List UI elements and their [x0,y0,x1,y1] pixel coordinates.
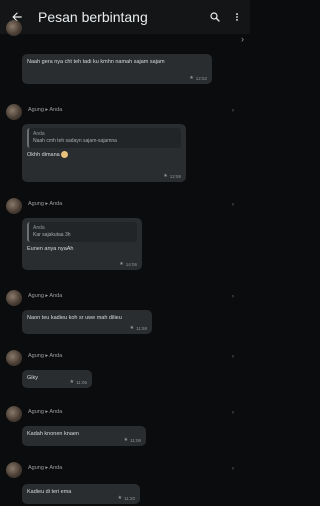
message-header: Agung ▸ Anda › [0,406,250,424]
sender-label: Agung ▸ Anda [28,293,63,299]
emoji-icon [60,151,68,159]
message-meta: ★ 12:58 [163,173,181,179]
message-text: Naah gera nya cht teh tadi ku kmhn namah… [27,59,165,65]
message-meta: ★ 12:52 [189,75,207,81]
chevron-right-icon[interactable]: › [232,466,234,472]
message-meta: ★ 14:06 [119,261,137,267]
starred-messages-list: › Naah gera nya cht teh tadi ku kmhn nam… [0,20,250,506]
avatar [6,198,22,214]
message-meta: ★ 11:06 [70,379,87,385]
message-bubble[interactable]: Giky ★ 11:06 [22,370,92,388]
message-time: 11:20 [124,495,135,501]
sender-label: Agung ▸ Anda [28,107,63,113]
message-meta: ★ 11:06 [124,437,141,443]
message-time: 12:52 [195,75,207,81]
quoted-message[interactable]: Anda Naah cmh teh sadayn sajam-sajamna [27,128,181,148]
message-time: 14:06 [125,261,137,267]
avatar [6,104,22,120]
message-bubble[interactable]: Kadah knonen knaen ★ 11:06 [22,426,146,446]
message-header: Agung ▸ Anda › [0,290,250,308]
message-text: Okhh dimana [27,151,181,159]
message-header: Agung ▸ Anda › [0,104,250,122]
message-bubble[interactable]: Kadieu di teri ema ★ 11:20 [22,484,140,504]
star-icon: ★ [163,173,168,179]
sender-label: Agung ▸ Anda [28,465,63,471]
quoted-text: Naah cmh teh sadayn sajam-sajamna [33,138,117,144]
message-bubble[interactable]: Anda Naah cmh teh sadayn sajam-sajamna O… [22,124,186,182]
chevron-right-icon[interactable]: › [232,108,234,114]
avatar [6,350,22,366]
star-icon: ★ [69,379,75,385]
chevron-right-icon[interactable]: › [232,410,234,416]
chevron-right-icon[interactable]: › [232,202,234,208]
message-text: Naon teu kadieu koh sr uwe mah dilieu [27,315,122,321]
quoted-sender: Anda [33,225,45,231]
quoted-sender: Anda [33,131,45,137]
message-header [0,20,250,38]
message-meta: ★ 11:20 [118,495,135,501]
message-header: Agung ▸ Anda › [0,198,250,216]
message-time: 12:58 [169,173,181,179]
message-header: Agung ▸ Anda › [0,462,250,480]
avatar [6,20,22,36]
sender-label: Agung ▸ Anda [28,409,63,415]
message-time: 11:06 [76,379,87,385]
message-bubble[interactable]: Naah gera nya cht teh tadi ku kmhn namah… [22,54,212,84]
avatar [6,290,22,306]
message-text-body: Okhh dimana [27,152,60,158]
avatar [6,462,22,478]
sender-label: Agung ▸ Anda [28,353,63,359]
message-meta: ★ 11:58 [130,325,147,331]
quoted-message[interactable]: Anda Kar sajakutaa 3h [27,222,137,242]
star-icon: ★ [119,261,124,267]
star-icon: ★ [189,75,194,81]
quoted-text: Kar sajakutaa 3h [33,232,71,238]
message-header: Agung ▸ Anda › [0,350,250,368]
message-text: Eunen anya nyaAh [27,246,74,252]
avatar [6,406,22,422]
chevron-right-icon[interactable]: › [241,34,244,44]
message-bubble[interactable]: Anda Kar sajakutaa 3h Eunen anya nyaAh ★… [22,218,142,270]
message-time: 11:06 [130,437,141,443]
chevron-right-icon[interactable]: › [232,294,234,300]
star-icon: ★ [123,437,129,443]
star-icon: ★ [129,325,135,331]
message-time: 11:58 [136,325,147,331]
sender-label: Agung ▸ Anda [28,201,63,207]
chevron-right-icon[interactable]: › [232,354,234,360]
message-bubble[interactable]: Naon teu kadieu koh sr uwe mah dilieu ★ … [22,310,152,334]
star-icon: ★ [117,495,123,501]
